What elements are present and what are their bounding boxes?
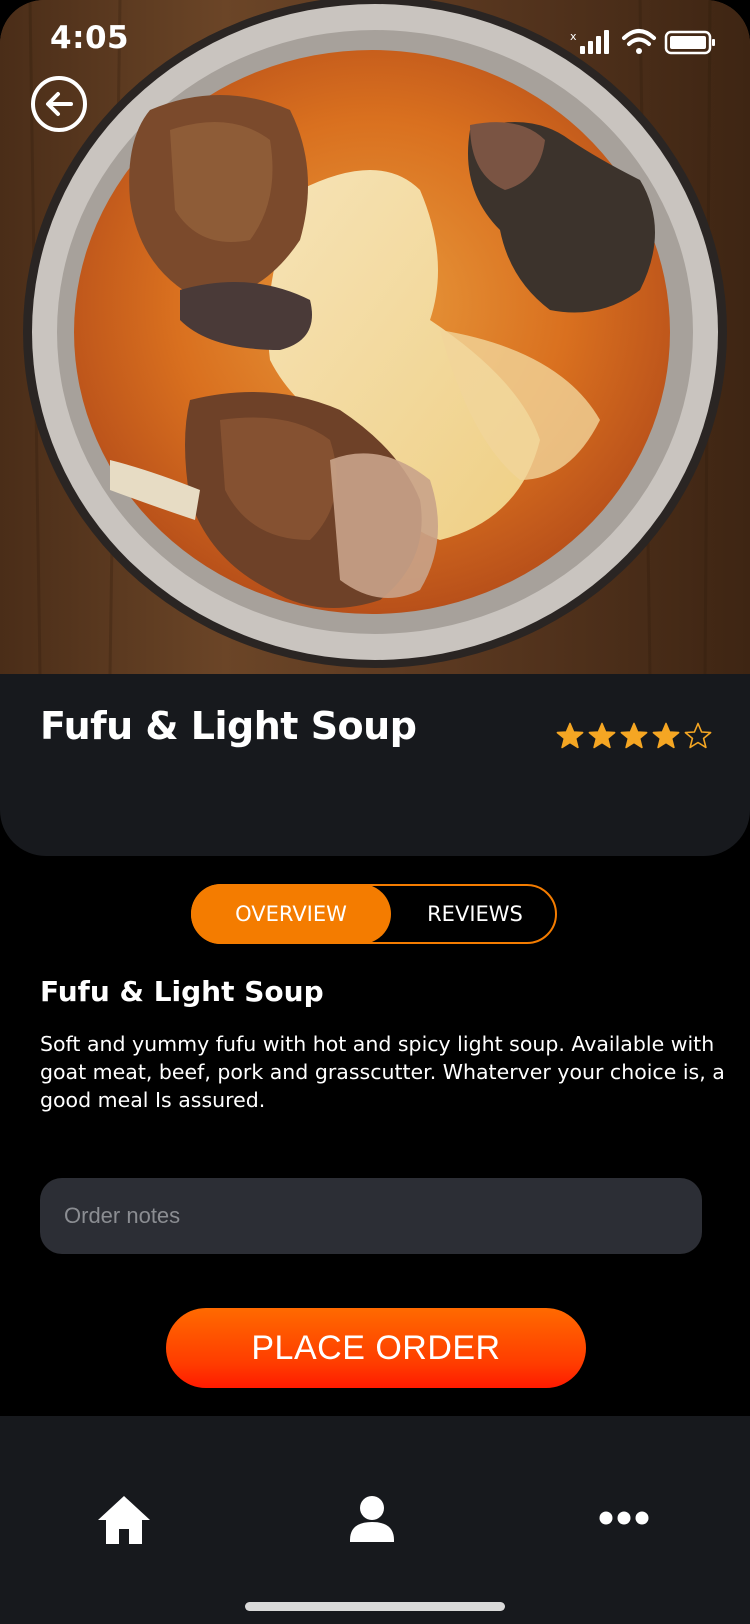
more-icon xyxy=(599,1511,649,1525)
dish-info-card: Fufu & Light Soup xyxy=(0,674,750,856)
home-icon xyxy=(98,1496,150,1544)
dish-description: Soft and yummy fufu with hot and spicy l… xyxy=(40,1032,725,1112)
nav-more[interactable] xyxy=(594,1492,654,1548)
status-bar: 4:05 x xyxy=(0,0,750,84)
wifi-icon xyxy=(622,29,656,54)
nav-profile[interactable] xyxy=(342,1492,402,1548)
star-filled-icon xyxy=(652,722,680,749)
star-rating xyxy=(556,722,712,750)
place-order-button[interactable]: PLACE ORDER xyxy=(166,1308,586,1388)
dish-title: Fufu & Light Soup xyxy=(40,704,417,748)
battery-icon xyxy=(664,30,715,55)
star-filled-icon xyxy=(588,722,616,749)
soup-bowl-illustration xyxy=(0,0,750,674)
star-empty-icon xyxy=(684,722,712,749)
bottom-nav xyxy=(0,1416,750,1624)
order-notes-input[interactable] xyxy=(40,1178,702,1254)
star-filled-icon xyxy=(620,722,648,749)
svg-text:x: x xyxy=(570,30,577,43)
home-indicator xyxy=(245,1602,505,1611)
nav-home[interactable] xyxy=(94,1492,154,1548)
user-icon xyxy=(350,1496,394,1542)
back-button[interactable] xyxy=(31,76,87,132)
arrow-left-icon xyxy=(46,92,73,116)
overview-heading: Fufu & Light Soup xyxy=(40,975,324,1008)
star-filled-icon xyxy=(556,722,584,749)
tab-reviews[interactable]: REVIEWS xyxy=(391,884,559,944)
tab-overview[interactable]: OVERVIEW xyxy=(191,884,391,944)
status-time: 4:05 xyxy=(50,20,130,56)
food-detail-screen: 4:05 x Fufu & Light Soup OVERVIEW REVIEW… xyxy=(0,0,750,1624)
dish-photo: 4:05 x xyxy=(0,0,750,674)
status-icons: x xyxy=(570,29,715,55)
cellular-signal-icon: x xyxy=(570,30,609,54)
detail-tabs: OVERVIEW REVIEWS xyxy=(191,884,557,944)
